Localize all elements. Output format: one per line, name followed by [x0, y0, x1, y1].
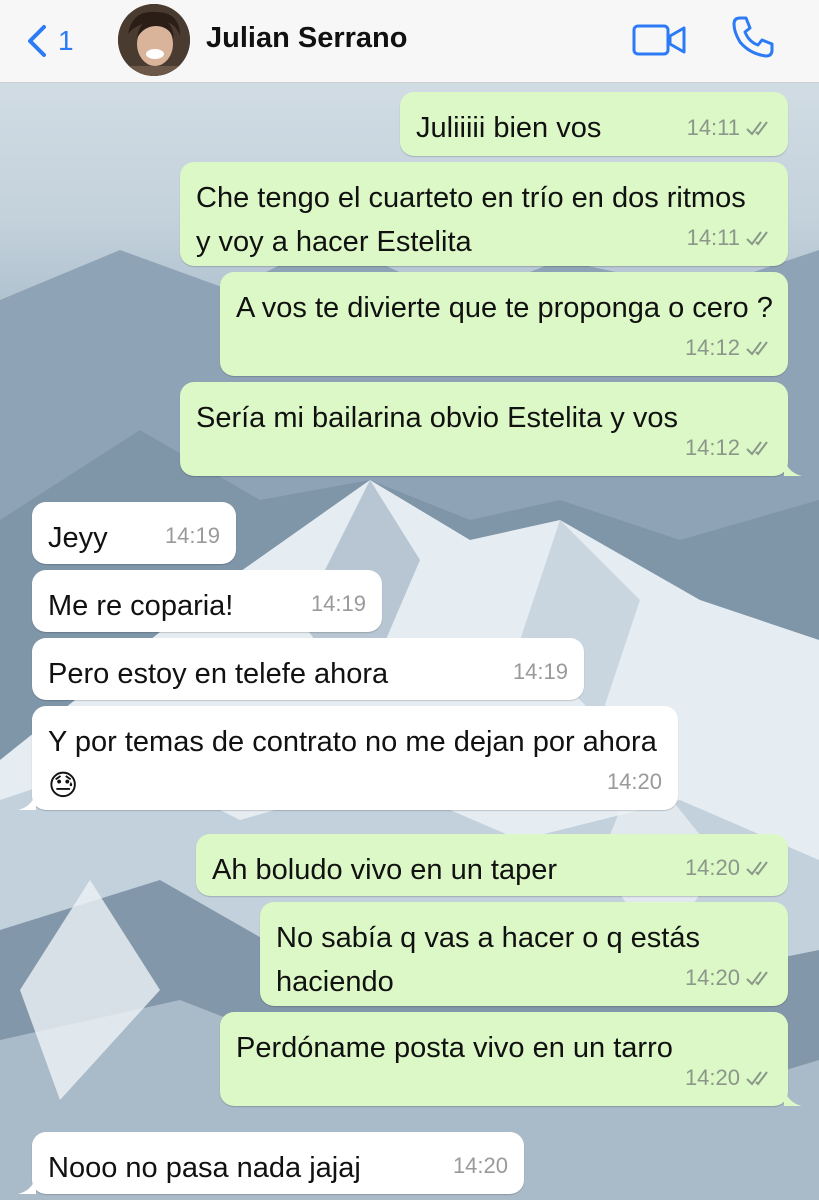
message-text: Pero estoy en telefe ahora — [48, 658, 389, 690]
message-meta: 14:20 — [685, 956, 772, 1000]
message-bubble-incoming[interactable]: Jeyy 14:19 — [32, 502, 236, 564]
message-meta: 14:12 — [685, 326, 772, 370]
message-meta: 14:19 — [165, 514, 220, 558]
message-bubble-outgoing[interactable]: Sería mi bailarina obvio Estelita y vos … — [180, 382, 802, 476]
double-check-icon — [746, 121, 768, 136]
message-time: 14:20 — [684, 855, 740, 880]
double-check-icon — [746, 231, 768, 246]
message-bubble-outgoing[interactable]: Perdóname posta vivo en un tarro 14:20 — [220, 1012, 802, 1106]
voice-call-button[interactable] — [730, 14, 776, 60]
message-meta: 14:20 — [685, 846, 772, 890]
double-check-icon — [746, 861, 768, 876]
message-text: Y por temas de contrato no me dejan por … — [48, 726, 657, 802]
double-check-icon — [746, 441, 768, 456]
message-time: 14:19 — [512, 659, 568, 684]
message-bubble-outgoing[interactable]: Ah boludo vivo en un taper 14:20 — [196, 834, 788, 896]
message-bubble-incoming[interactable]: Y por temas de contrato no me dejan por … — [18, 706, 678, 810]
bubble-tail — [18, 1174, 36, 1194]
message-text: A vos te divierte que te proponga o cero… — [236, 292, 773, 324]
chevron-left-icon — [28, 25, 46, 57]
message-time: 14:12 — [684, 335, 740, 360]
phone-icon — [732, 16, 774, 58]
message-meta: 14:11 — [687, 216, 772, 260]
video-camera-icon — [632, 24, 686, 56]
message-time: 14:11 — [686, 115, 740, 140]
unread-count: 1 — [58, 25, 74, 56]
message-bubble-outgoing[interactable]: Che tengo el cuarteto en trío en dos rit… — [180, 162, 788, 266]
message-bubble-incoming[interactable]: Pero estoy en telefe ahora 14:19 — [32, 638, 584, 700]
bubble-tail — [18, 790, 36, 810]
message-bubble-incoming[interactable]: Me re coparia! 14:19 — [32, 570, 382, 632]
message-bubble-outgoing[interactable]: No sabía q vas a hacer o q estás haciend… — [260, 902, 788, 1006]
bubble-tail — [784, 1086, 802, 1106]
contact-name[interactable]: Julian Serrano — [206, 22, 407, 55]
avatar[interactable] — [118, 4, 190, 76]
message-meta: 14:12 — [685, 426, 772, 470]
avatar-photo — [118, 4, 190, 76]
message-time: 14:20 — [684, 965, 740, 990]
message-text: Che tengo el cuarteto en trío en dos rit… — [196, 182, 746, 258]
message-time: 14:20 — [684, 1065, 740, 1090]
double-check-icon — [746, 1071, 768, 1086]
video-call-button[interactable] — [632, 22, 686, 58]
message-bubble-outgoing[interactable]: Juliiiii bien vos 14:11 — [400, 92, 788, 156]
message-time: 14:20 — [606, 769, 662, 794]
message-meta: 14:20 — [453, 1144, 508, 1188]
message-meta: 14:11 — [687, 106, 772, 150]
back-button[interactable]: 1 — [24, 20, 74, 62]
message-time: 14:19 — [310, 591, 366, 616]
double-check-icon — [746, 341, 768, 356]
double-check-icon — [746, 971, 768, 986]
message-time: 14:20 — [452, 1153, 508, 1178]
bubble-tail — [784, 456, 802, 476]
message-bubble-incoming[interactable]: Nooo no pasa nada jajaj 14:20 — [18, 1132, 524, 1194]
message-time: 14:11 — [686, 225, 740, 250]
message-text: Nooo no pasa nada jajaj — [48, 1152, 361, 1184]
message-meta: 14:20 — [607, 760, 662, 804]
message-meta: 14:19 — [513, 650, 568, 694]
message-time: 14:12 — [684, 435, 740, 460]
message-bubble-outgoing[interactable]: A vos te divierte que te proponga o cero… — [220, 272, 788, 376]
message-meta: 14:19 — [311, 582, 366, 626]
message-meta: 14:20 — [685, 1056, 772, 1100]
chat-header: 1 Julian Serrano — [0, 0, 819, 83]
message-time: 14:19 — [164, 523, 220, 548]
